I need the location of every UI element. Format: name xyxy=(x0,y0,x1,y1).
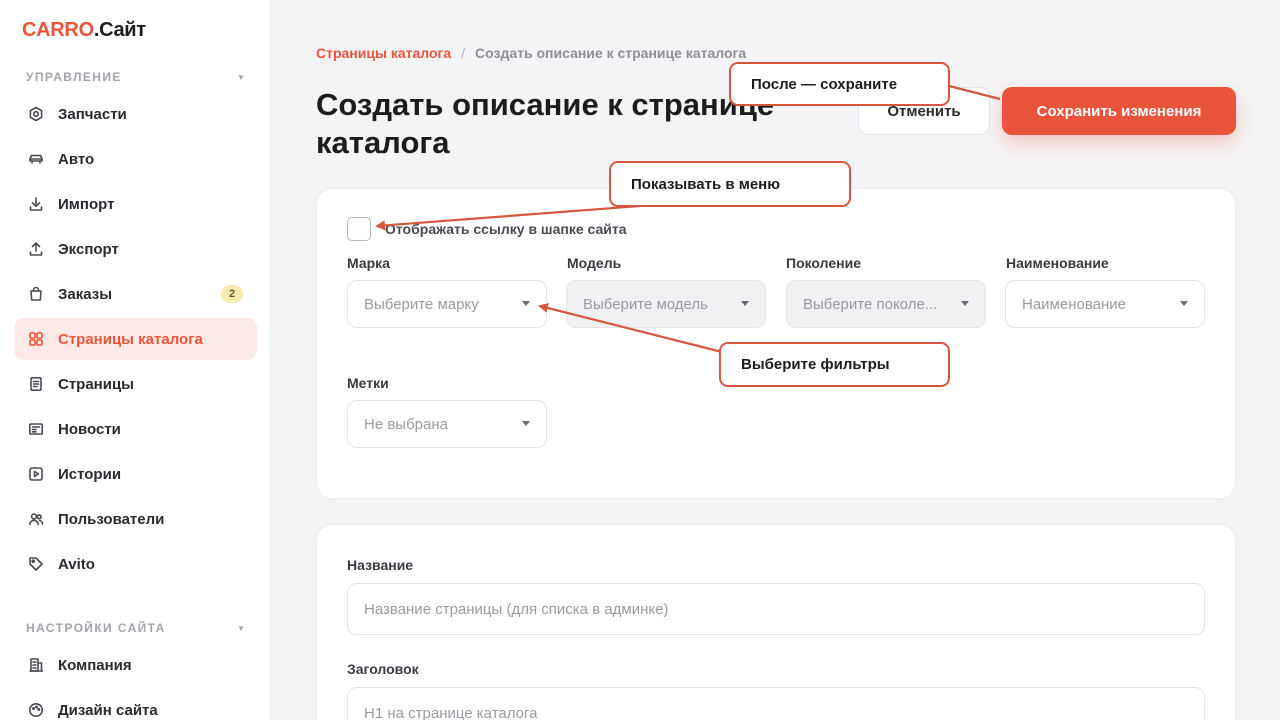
sidebar-item-site-design[interactable]: Дизайн сайта xyxy=(14,689,257,720)
tag-icon xyxy=(28,556,44,572)
item-name-label: Наименование xyxy=(1006,255,1109,271)
sidebar-item-label: Запчасти xyxy=(58,105,127,123)
sidebar-item-label: Avito xyxy=(58,555,95,573)
sidebar-item-catalog-pages[interactable]: Страницы каталога xyxy=(14,318,257,360)
chevron-down-icon[interactable]: ▼ xyxy=(237,73,245,82)
model-label: Модель xyxy=(567,255,622,271)
show-in-header-label[interactable]: Отображать ссылку в шапке сайта xyxy=(385,221,627,237)
heading-input[interactable]: H1 на странице каталога xyxy=(347,687,1205,720)
callout-menu-hint: Показывать в меню xyxy=(609,161,851,207)
sidebar-item-orders[interactable]: Заказы 2 xyxy=(14,273,257,315)
breadcrumb: Страницы каталога / Создать описание к с… xyxy=(316,45,746,61)
item-name-select-placeholder: Наименование xyxy=(1022,295,1126,313)
logo-accent: CARRO xyxy=(22,19,94,41)
logo-rest: .Сайт xyxy=(93,19,146,41)
sidebar-item-label: Импорт xyxy=(58,195,115,213)
logo[interactable]: CARRO.Сайт xyxy=(22,19,146,42)
sidebar-item-label: Авто xyxy=(58,150,95,168)
sidebar-item-cars[interactable]: Авто xyxy=(14,138,257,180)
heading-label: Заголовок xyxy=(347,661,419,677)
sidebar-item-pages[interactable]: Страницы xyxy=(14,363,257,405)
name-input-placeholder: Название страницы (для списка в админке) xyxy=(364,600,669,618)
play-icon xyxy=(28,466,44,482)
model-select-placeholder: Выберите модель xyxy=(583,295,708,313)
news-icon xyxy=(28,421,44,437)
tags-label: Метки xyxy=(347,375,389,391)
caret-down-icon xyxy=(1180,301,1188,306)
sidebar-item-label: Страницы xyxy=(58,375,134,393)
sidebar-item-users[interactable]: Пользователи xyxy=(14,498,257,540)
heading-input-placeholder: H1 на странице каталога xyxy=(364,704,538,720)
sidebar-item-label: Страницы каталога xyxy=(58,330,203,348)
item-name-select[interactable]: Наименование xyxy=(1005,280,1205,328)
gear-icon xyxy=(28,106,44,122)
caret-down-icon xyxy=(522,301,530,306)
sidebar-item-label: Экспорт xyxy=(58,240,119,258)
orders-count-badge: 2 xyxy=(221,285,243,303)
caret-down-icon xyxy=(522,421,530,426)
brand-select-placeholder: Выберите марку xyxy=(364,295,479,313)
sidebar-item-label: Заказы xyxy=(58,285,113,303)
users-icon xyxy=(28,511,44,527)
brand-select[interactable]: Выберите марку xyxy=(347,280,547,328)
sidebar-item-label: Новости xyxy=(58,420,121,438)
sidebar-item-import[interactable]: Импорт xyxy=(14,183,257,225)
save-button[interactable]: Сохранить изменения xyxy=(1002,87,1236,135)
sidebar-item-label: Компания xyxy=(58,656,132,674)
generation-select-placeholder: Выберите поколе... xyxy=(803,295,938,313)
grid-icon xyxy=(28,331,44,347)
generation-label: Поколение xyxy=(786,255,861,271)
sidebar-item-label: Дизайн сайта xyxy=(58,701,158,719)
sidebar-item-avito[interactable]: Avito xyxy=(14,543,257,585)
palette-icon xyxy=(28,702,44,718)
upload-icon xyxy=(28,241,44,257)
building-icon xyxy=(28,657,44,673)
tags-select-value: Не выбрана xyxy=(364,415,448,433)
section-title-management[interactable]: УПРАВЛЕНИЕ xyxy=(26,70,122,84)
sidebar: CARRO.Сайт УПРАВЛЕНИЕ ▼ Запчасти Авто Им… xyxy=(0,0,271,720)
breadcrumb-separator: / xyxy=(461,45,466,61)
brand-label: Марка xyxy=(347,255,390,271)
breadcrumb-current: Создать описание к странице каталога xyxy=(475,45,747,61)
chevron-down-icon[interactable]: ▼ xyxy=(237,624,245,633)
download-icon xyxy=(28,196,44,212)
model-select[interactable]: Выберите модель xyxy=(566,280,766,328)
section-title-site-settings[interactable]: НАСТРОЙКИ САЙТА xyxy=(26,621,166,635)
bag-icon xyxy=(28,286,44,302)
name-label: Название xyxy=(347,557,414,573)
tags-select[interactable]: Не выбрана xyxy=(347,400,547,448)
caret-down-icon xyxy=(961,301,969,306)
sidebar-item-export[interactable]: Экспорт xyxy=(14,228,257,270)
sidebar-item-label: Истории xyxy=(58,465,122,483)
document-icon xyxy=(28,376,44,392)
name-input[interactable]: Название страницы (для списка в админке) xyxy=(347,583,1205,635)
callout-save-hint: После — сохраните xyxy=(729,62,950,106)
show-in-header-checkbox[interactable] xyxy=(347,217,371,241)
generation-select[interactable]: Выберите поколе... xyxy=(786,280,986,328)
sidebar-item-stories[interactable]: Истории xyxy=(14,453,257,495)
callout-filters-hint: Выберите фильтры xyxy=(719,342,950,387)
sidebar-item-news[interactable]: Новости xyxy=(14,408,257,450)
car-icon xyxy=(28,151,44,167)
breadcrumb-link-catalog-pages[interactable]: Страницы каталога xyxy=(316,45,451,61)
caret-down-icon xyxy=(741,301,749,306)
sidebar-item-parts[interactable]: Запчасти xyxy=(14,93,257,135)
sidebar-item-label: Пользователи xyxy=(58,510,165,528)
sidebar-item-company[interactable]: Компания xyxy=(14,644,257,686)
